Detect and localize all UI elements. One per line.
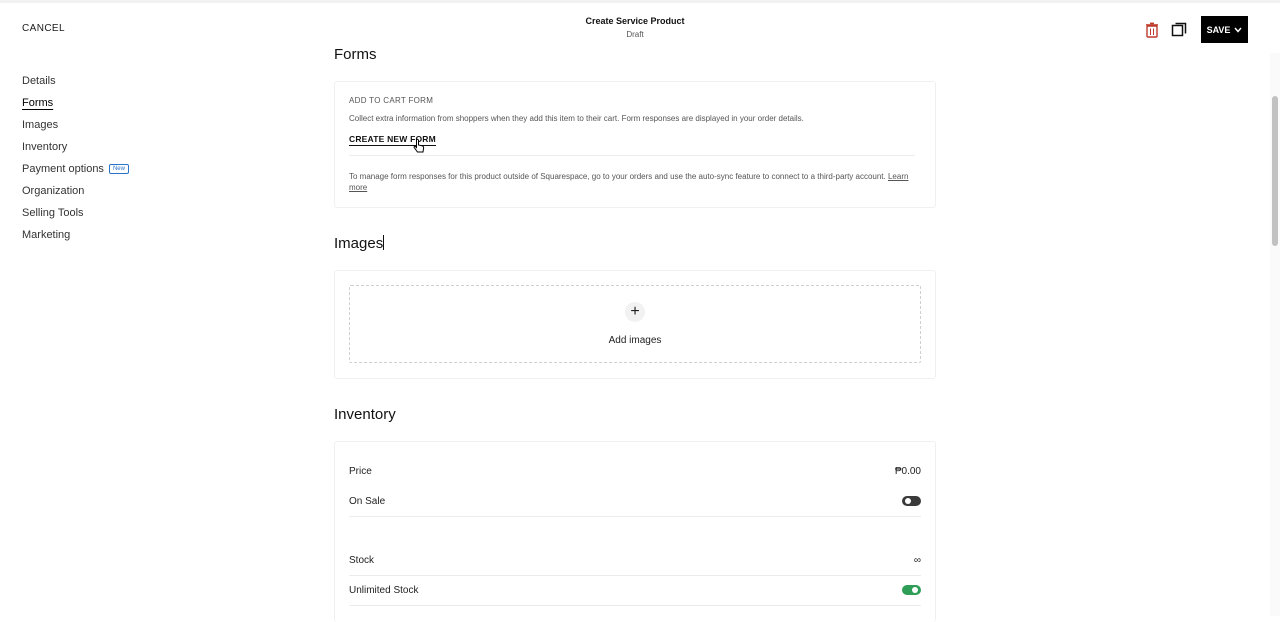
editor-header: CANCEL Create Service Product Draft SAVE [0,3,1280,53]
divider [349,575,921,576]
on-sale-toggle[interactable] [902,496,921,506]
images-card: + Add images [334,270,936,379]
on-sale-label: On Sale [349,495,386,507]
toggle-knob [905,498,911,504]
save-button[interactable]: SAVE [1201,16,1248,43]
sidebar-item-marketing[interactable]: Marketing [22,224,129,246]
scrollbar-thumb[interactable] [1272,96,1278,246]
manage-responses-text: To manage form responses for this produc… [349,171,919,193]
manage-responses-body: To manage form responses for this produc… [349,172,886,181]
sidebar-nav: Details Forms Images Inventory Payment o… [22,70,129,246]
text-caret [383,235,385,250]
images-title-text: Images [334,235,384,252]
sidebar-item-details[interactable]: Details [22,70,129,92]
chevron-down-icon [1234,27,1242,33]
duplicate-icon[interactable] [1171,22,1187,38]
stock-value: ∞ [913,554,921,566]
cart-form-description: Collect extra information from shoppers … [349,114,804,123]
sidebar-item-label: Forms [22,97,54,109]
new-badge: New [108,164,129,174]
price-row[interactable]: Price ₱0.00 [349,461,921,481]
divider [349,155,915,156]
price-value: ₱0.00 [894,465,921,477]
sidebar-item-label: Images [22,119,59,131]
images-section-title: Images [334,235,385,252]
sidebar-item-organization[interactable]: Organization [22,180,129,202]
unlimited-stock-label: Unlimited Stock [349,584,419,596]
page-title: Create Service Product [585,16,685,26]
plus-icon: + [625,302,645,322]
unlimited-stock-row: Unlimited Stock [349,580,921,600]
add-images-dropzone[interactable]: + Add images [349,285,921,363]
divider [349,605,921,606]
sidebar-item-forms[interactable]: Forms [22,92,129,114]
add-images-label: Add images [608,335,662,346]
sidebar-item-label: Details [22,75,56,87]
sidebar-item-inventory[interactable]: Inventory [22,136,129,158]
sidebar-item-label: Inventory [22,141,68,153]
sidebar-item-label: Marketing [22,229,71,241]
forms-section-title: Forms [334,46,377,63]
trash-icon[interactable] [1145,22,1159,38]
stock-row[interactable]: Stock ∞ [349,550,921,570]
save-label: SAVE [1206,24,1231,35]
inventory-card: Price ₱0.00 On Sale Stock ∞ Unlimited St… [334,441,936,622]
on-sale-row: On Sale [349,491,921,511]
sidebar-item-selling-tools[interactable]: Selling Tools [22,202,129,224]
sidebar-item-label: Selling Tools [22,207,84,219]
sidebar-item-label: Payment options [22,163,104,175]
pointer-cursor-icon [413,138,425,159]
sidebar-item-payment-options[interactable]: Payment options New [22,158,129,180]
sidebar-item-images[interactable]: Images [22,114,129,136]
unlimited-stock-toggle[interactable] [902,585,921,595]
inventory-section-title: Inventory [334,406,396,423]
price-label: Price [349,465,372,477]
sidebar-item-label: Organization [22,185,85,197]
stock-label: Stock [349,554,375,566]
status-label: Draft [626,30,644,39]
divider [349,516,921,517]
cart-form-label: ADD TO CART FORM [349,96,434,105]
toggle-knob [912,587,918,593]
